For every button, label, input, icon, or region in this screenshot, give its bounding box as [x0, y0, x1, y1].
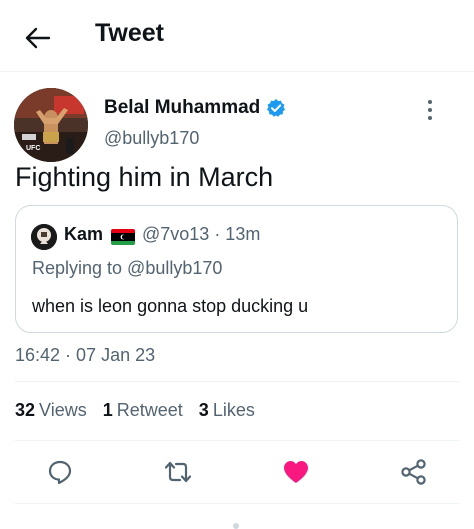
quoted-handle-time: @7vo13 · 13m	[142, 224, 261, 244]
author-name[interactable]: Belal Muhammad	[104, 97, 286, 119]
views-label: Views	[39, 400, 87, 420]
like-button[interactable]	[282, 458, 310, 486]
author-avatar[interactable]: UFC	[14, 88, 88, 162]
flag-icon	[111, 229, 135, 245]
arrow-left-icon	[25, 27, 51, 49]
top-bar: Tweet	[0, 0, 474, 72]
likes-count: 3	[198, 400, 209, 420]
quoted-avatar-image	[31, 224, 57, 250]
tweet-stats: 32 Views 1 Retweet 3 Likes	[15, 400, 255, 421]
reply-button[interactable]	[46, 458, 74, 486]
more-options-button[interactable]	[420, 96, 440, 124]
divider	[15, 440, 459, 441]
retweet-icon	[164, 461, 192, 483]
share-button[interactable]	[400, 458, 428, 486]
svg-text:UFC: UFC	[26, 145, 40, 152]
retweets-label: Retweet	[116, 400, 183, 420]
reply-icon	[48, 460, 72, 485]
avatar-image: UFC	[14, 88, 88, 162]
retweets-count: 1	[102, 400, 113, 420]
verified-badge-icon	[267, 99, 286, 117]
scroll-indicator	[233, 523, 239, 529]
tweet-timestamp[interactable]: 16:42 · 07 Jan 23	[15, 345, 155, 366]
quoted-author-name: Kam	[64, 224, 104, 244]
author-handle[interactable]: @bullyb170	[104, 128, 199, 149]
divider	[15, 503, 459, 504]
replying-to: Replying to @bullyb170	[32, 258, 223, 278]
tweet-text: Fighting him in March	[15, 162, 274, 192]
share-icon	[401, 459, 426, 485]
likes-stat[interactable]: 3 Likes	[199, 400, 255, 421]
back-button[interactable]	[20, 20, 56, 56]
retweets-stat[interactable]: 1 Retweet	[103, 400, 183, 421]
quoted-tweet[interactable]: Kam @7vo13 · 13m Replying to @bullyb170 …	[15, 205, 458, 333]
retweet-button[interactable]	[164, 458, 192, 486]
quoted-avatar[interactable]	[31, 224, 57, 250]
quoted-text: when is leon gonna stop ducking u	[32, 296, 309, 316]
heart-icon	[284, 461, 308, 483]
likes-label: Likes	[212, 400, 255, 420]
author-name-text: Belal Muhammad	[104, 97, 261, 118]
views-count: 32	[15, 400, 36, 420]
views-stat[interactable]: 32 Views	[15, 400, 87, 421]
divider	[15, 381, 459, 382]
more-vertical-icon	[428, 100, 432, 120]
page-title: Tweet	[95, 19, 164, 47]
